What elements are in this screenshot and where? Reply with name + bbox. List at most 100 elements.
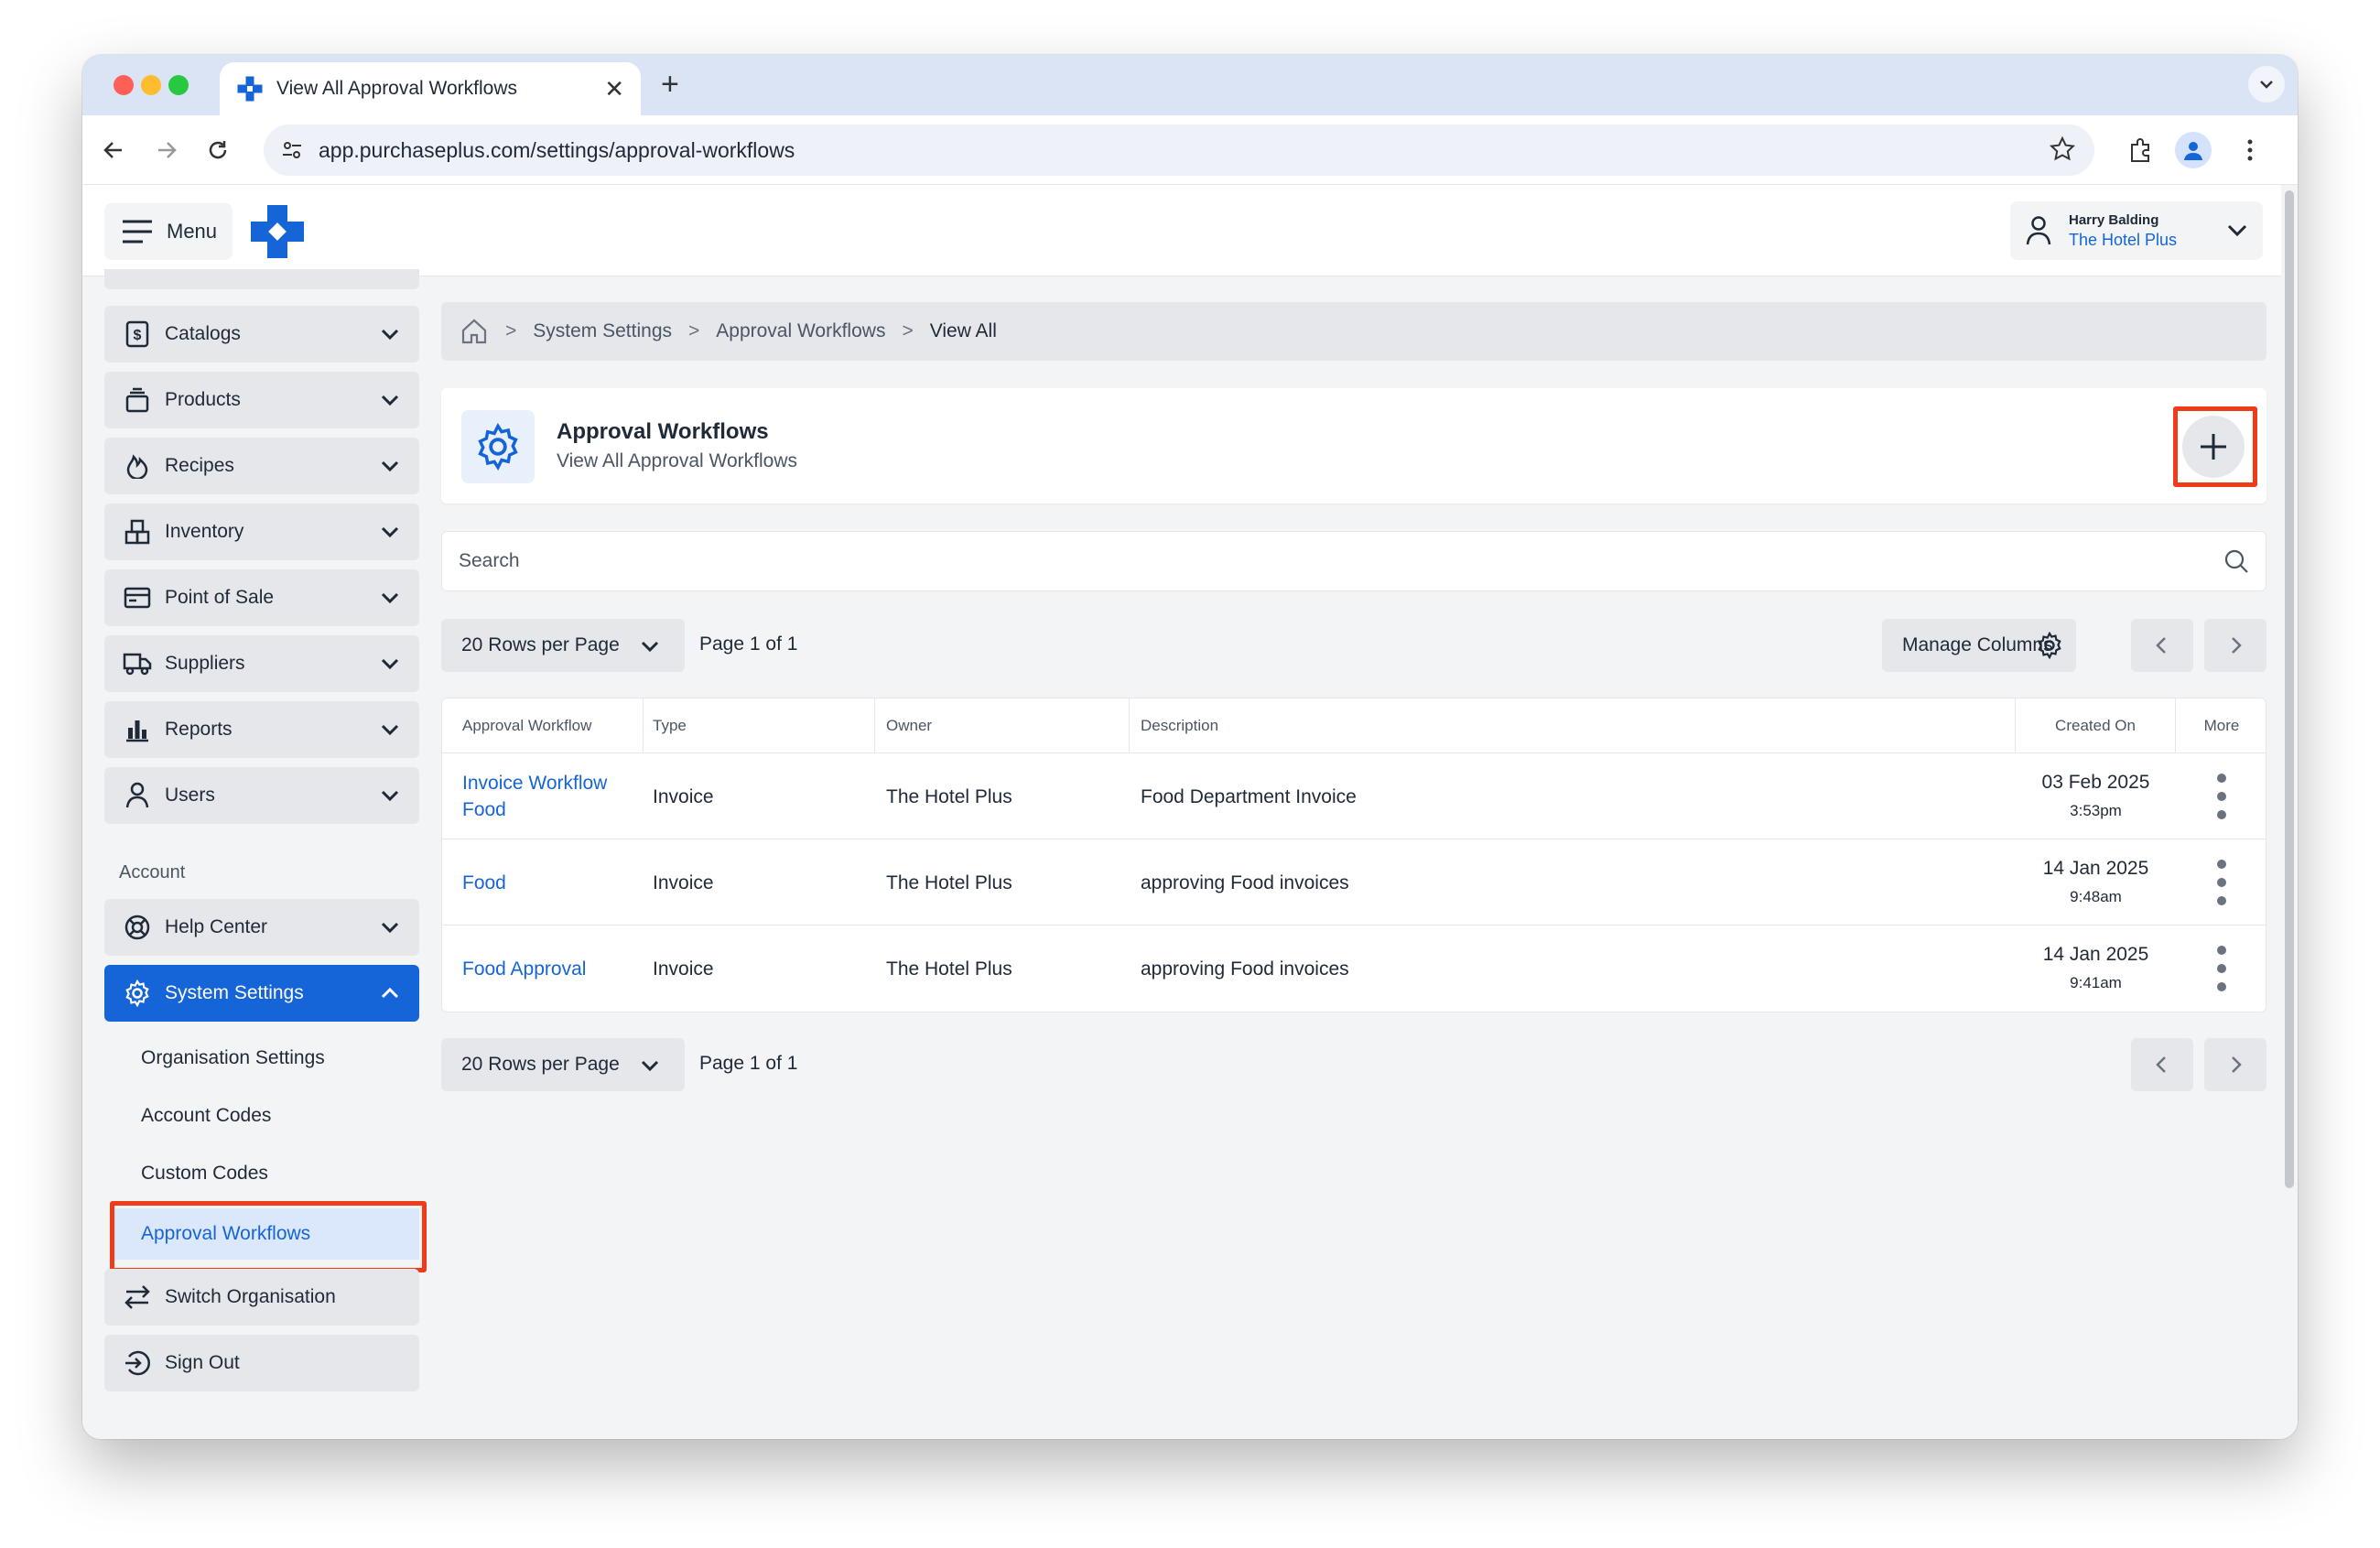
- breadcrumb-system-settings[interactable]: System Settings: [533, 320, 672, 342]
- more-options-icon[interactable]: [2216, 946, 2227, 991]
- page-indicator: Page 1 of 1: [699, 1053, 798, 1074]
- sidebar-item-help-center[interactable]: Help Center: [104, 899, 419, 956]
- sidebar-item-sign-out[interactable]: Sign Out: [104, 1335, 419, 1391]
- extensions-button[interactable]: [2124, 134, 2157, 167]
- chevron-down-icon: [2227, 224, 2247, 237]
- sidebar-item-recipes[interactable]: Recipes: [104, 438, 419, 494]
- page-header-card: Approval Workflows View All Approval Wor…: [441, 388, 2266, 503]
- breadcrumb-separator-icon: >: [505, 320, 517, 341]
- sidebar-item-label: Suppliers: [165, 653, 245, 674]
- user-organisation: The Hotel Plus: [2069, 230, 2178, 249]
- workflow-name-link[interactable]: Invoice Workflow Food: [442, 753, 644, 839]
- created-date: 14 Jan 2025: [2042, 858, 2149, 879]
- tab-title: View All Approval Workflows: [276, 78, 518, 99]
- sidebar-item-label: Sign Out: [165, 1352, 240, 1373]
- breadcrumb-separator-icon: >: [688, 320, 700, 341]
- page-title: Approval Workflows: [557, 419, 769, 444]
- arrow-left-icon: [103, 142, 122, 158]
- forward-button[interactable]: [150, 134, 183, 167]
- sidebar-item-label: Recipes: [165, 455, 234, 476]
- table-row: Food Invoice The Hotel Plus approving Fo…: [442, 839, 2266, 926]
- bookmark-star-icon[interactable]: [2049, 135, 2076, 163]
- site-settings-icon[interactable]: [280, 138, 304, 162]
- pager-top: 20 Rows per Page Page 1 of 1 Manage Colu…: [441, 619, 2266, 672]
- workflow-name-link[interactable]: Food: [442, 839, 644, 926]
- sidebar-subitem-organisation-settings[interactable]: Organisation Settings: [104, 1033, 419, 1084]
- search-icon[interactable]: [2223, 548, 2249, 574]
- sidebar-item-suppliers[interactable]: Suppliers: [104, 635, 419, 692]
- workflow-name-link[interactable]: Food Approval: [442, 926, 644, 1012]
- manage-columns-button[interactable]: Manage Columns: [1882, 619, 2076, 672]
- sidebar-subitem-custom-codes[interactable]: Custom Codes: [104, 1148, 419, 1199]
- sidebar-item-label: Help Center: [165, 916, 268, 937]
- sidebar-item-label: Switch Organisation: [165, 1286, 336, 1307]
- chevron-down-icon: [2260, 81, 2273, 89]
- minimize-window-button[interactable]: [141, 75, 161, 95]
- reload-button[interactable]: [201, 134, 234, 167]
- browser-menu-button[interactable]: [2234, 134, 2266, 167]
- created-time: 9:41am: [2070, 974, 2122, 991]
- workflow-created-on: 14 Jan 2025 9:48am: [2016, 839, 2176, 926]
- next-page-button[interactable]: [2204, 1038, 2266, 1091]
- previous-page-button[interactable]: [2131, 619, 2193, 672]
- profile-avatar-icon: [2184, 142, 2202, 160]
- page-scrollbar[interactable]: [2281, 185, 2298, 1439]
- close-tab-icon[interactable]: ✕: [604, 75, 624, 103]
- lifebuoy-icon: [123, 913, 152, 942]
- sidebar-item-products[interactable]: Products: [104, 372, 419, 428]
- user-menu[interactable]: Harry Balding The Hotel Plus: [2010, 201, 2263, 260]
- created-time: 9:48am: [2070, 888, 2122, 905]
- previous-page-button[interactable]: [2131, 1038, 2193, 1091]
- workflow-description: approving Food invoices: [1141, 958, 1349, 980]
- sidebar: $ Catalogs Products Recipes Inventory Po…: [104, 269, 427, 1439]
- profile-button[interactable]: [2175, 132, 2212, 168]
- chevron-down-icon: [381, 724, 399, 736]
- sidebar-section-account: Account: [119, 862, 186, 882]
- sidebar-item-catalogs[interactable]: $ Catalogs: [104, 306, 419, 363]
- truck-icon: [123, 649, 152, 678]
- workflow-created-on: 14 Jan 2025 9:41am: [2016, 926, 2176, 1012]
- sidebar-item-reports[interactable]: Reports: [104, 701, 419, 758]
- more-options-icon[interactable]: [2216, 860, 2227, 905]
- maximize-window-button[interactable]: [168, 75, 189, 95]
- scrollbar-thumb[interactable]: [2285, 190, 2294, 1188]
- rows-per-page-select[interactable]: 20 Rows per Page: [441, 1038, 685, 1091]
- breadcrumb-approval-workflows[interactable]: Approval Workflows: [716, 320, 885, 342]
- search-input[interactable]: Search: [441, 531, 2266, 591]
- new-tab-button[interactable]: +: [661, 68, 679, 101]
- hamburger-icon: [123, 220, 152, 244]
- menu-button[interactable]: Menu: [104, 203, 233, 260]
- app-content: Menu Harry Balding The Hotel Plus $ Cata…: [82, 185, 2298, 1439]
- pager-bottom: 20 Rows per Page Page 1 of 1: [441, 1038, 2266, 1091]
- sidebar-subitem-account-codes[interactable]: Account Codes: [104, 1090, 419, 1142]
- sidebar-item-system-settings[interactable]: System Settings: [104, 965, 419, 1022]
- sidebar-item-partial[interactable]: [104, 269, 419, 289]
- rows-per-page-label: 20 Rows per Page: [461, 1054, 620, 1075]
- workflow-type: Invoice: [653, 871, 714, 893]
- sidebar-item-users[interactable]: Users: [104, 767, 419, 824]
- tab-search-button[interactable]: [2248, 66, 2285, 103]
- sidebar-item-point-of-sale[interactable]: Point of Sale: [104, 569, 419, 626]
- user-icon: [123, 781, 152, 810]
- next-page-button[interactable]: [2204, 619, 2266, 672]
- column-header-approval-workflow: Approval Workflow: [442, 698, 644, 753]
- more-options-icon[interactable]: [2216, 774, 2227, 819]
- sidebar-item-inventory[interactable]: Inventory: [104, 503, 419, 560]
- sidebar-item-switch-organisation[interactable]: Switch Organisation: [104, 1269, 419, 1326]
- rows-per-page-select[interactable]: 20 Rows per Page: [441, 619, 685, 672]
- purchaseplus-logo[interactable]: [249, 203, 306, 260]
- back-button[interactable]: [97, 134, 130, 167]
- purchaseplus-favicon-icon: [237, 76, 263, 102]
- card-icon: [123, 583, 152, 612]
- workflow-type: Invoice: [653, 958, 714, 980]
- home-icon[interactable]: [460, 317, 489, 346]
- column-header-owner: Owner: [875, 698, 1130, 753]
- browser-tab[interactable]: View All Approval Workflows ✕: [220, 62, 641, 115]
- tab-bar: View All Approval Workflows ✕ +: [82, 55, 2298, 115]
- address-bar[interactable]: app.purchaseplus.com/settings/approval-w…: [264, 124, 2094, 176]
- close-window-button[interactable]: [114, 75, 134, 95]
- column-header-description: Description: [1130, 698, 2016, 753]
- created-time: 3:53pm: [2070, 802, 2122, 819]
- sidebar-item-label: Catalogs: [165, 323, 241, 344]
- switch-arrows-icon: [123, 1283, 152, 1312]
